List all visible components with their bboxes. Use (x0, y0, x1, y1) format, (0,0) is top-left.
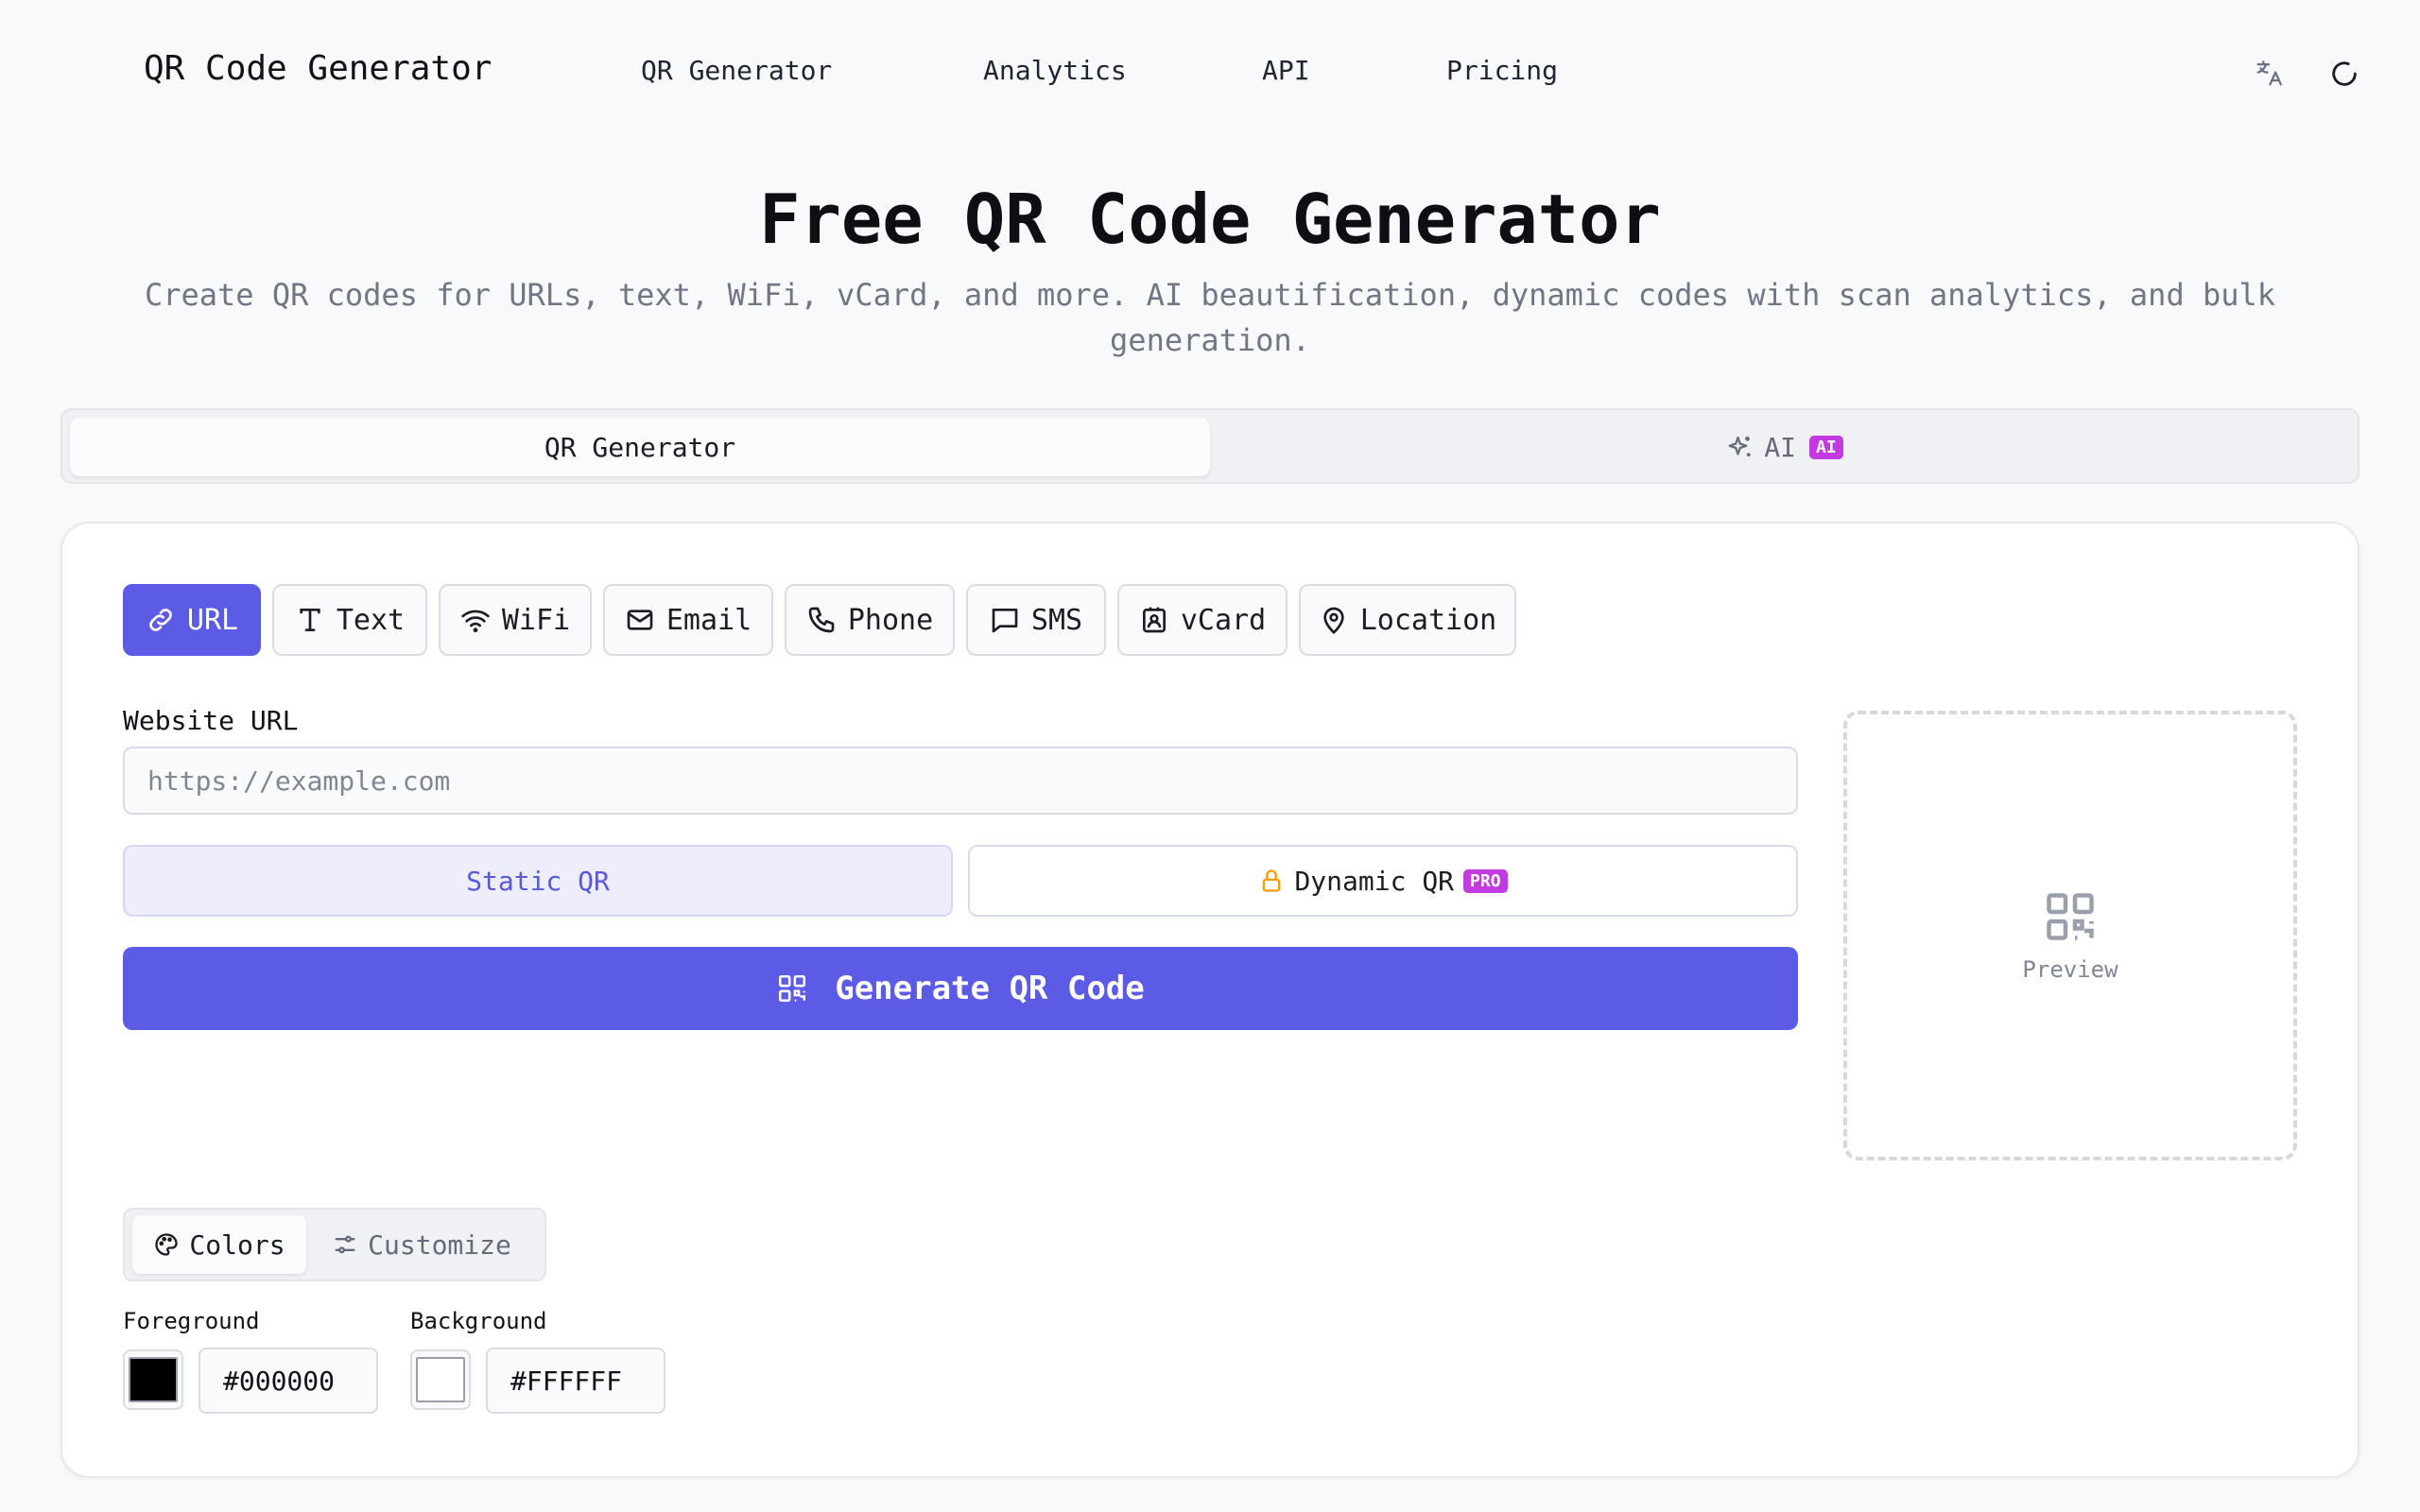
lock-icon (1263, 869, 1281, 892)
type-tab-sms-label: SMS (1030, 603, 1083, 637)
dynamic-qr-label: Dynamic QR (1294, 865, 1455, 897)
tab-colors[interactable]: Colors (132, 1215, 306, 1274)
contact-icon (1142, 607, 1166, 633)
type-tab-text-label: Text (336, 603, 406, 637)
palette-icon (155, 1233, 179, 1256)
type-tab-sms[interactable]: SMS (966, 584, 1106, 656)
dynamic-qr-button[interactable]: Dynamic QR PRO (968, 845, 1798, 917)
options-tabs: Colors Customize (123, 1208, 546, 1281)
page-subtitle: Create QR codes for URLs, text, WiFi, vC… (144, 277, 2276, 358)
tab-colors-label: Colors (189, 1228, 285, 1261)
type-tab-url-label: URL (186, 603, 239, 637)
background-color-fill (416, 1357, 465, 1402)
type-tab-phone[interactable]: Phone (785, 584, 955, 656)
type-tab-email[interactable]: Email (603, 584, 773, 656)
qr-preview-panel: Preview (1843, 711, 2297, 1160)
pro-badge: PRO (1463, 868, 1508, 893)
tab-qr-generator-label: QR Generator (544, 431, 736, 463)
url-field-label: Website URL (123, 705, 299, 736)
sparkles-icon (1728, 436, 1751, 456)
app-logo[interactable]: QR Code Generator (144, 49, 492, 88)
type-tab-email-label: Email (666, 603, 752, 637)
nav-qr-generator[interactable]: QR Generator (641, 55, 832, 86)
ai-badge: AI (1809, 435, 1843, 459)
foreground-label: Foreground (123, 1308, 260, 1334)
foreground-color-swatch[interactable] (123, 1349, 183, 1410)
tab-ai[interactable]: AI AI (1216, 418, 2354, 476)
url-input[interactable] (123, 747, 1798, 815)
sliders-icon (335, 1235, 355, 1254)
phone-icon (808, 607, 835, 633)
foreground-hex-input[interactable] (199, 1348, 378, 1414)
map-pin-icon (1323, 607, 1344, 634)
message-icon (992, 609, 1018, 633)
type-tab-wifi-label: WiFi (501, 603, 571, 637)
type-tab-text[interactable]: Text (272, 584, 427, 656)
nav-pricing[interactable]: Pricing (1446, 55, 1558, 86)
type-tab-wifi[interactable]: WiFi (439, 584, 592, 656)
loading-spinner-icon[interactable] (2325, 55, 2363, 93)
type-tab-vcard[interactable]: vCard (1117, 584, 1288, 656)
type-tab-url[interactable]: URL (123, 584, 261, 656)
generate-qr-button[interactable]: Generate QR Code (123, 947, 1798, 1030)
static-qr-label: Static QR (466, 865, 610, 897)
type-tab-location-label: Location (1359, 603, 1497, 637)
tab-customize[interactable]: Customize (312, 1215, 531, 1274)
static-qr-button[interactable]: Static QR (123, 845, 953, 917)
translate-icon[interactable] (2250, 55, 2288, 93)
tab-customize-label: Customize (368, 1228, 511, 1261)
qr-placeholder-icon (2047, 893, 2094, 940)
mail-icon (627, 610, 653, 630)
background-color-swatch[interactable] (410, 1349, 471, 1410)
background-label: Background (410, 1308, 547, 1334)
type-tab-location[interactable]: Location (1299, 584, 1516, 656)
nav-api[interactable]: API (1262, 55, 1310, 86)
foreground-color-fill (129, 1357, 178, 1402)
tab-ai-label: AI (1764, 431, 1797, 463)
top-header: QR Code Generator QR Generator Analytics… (0, 0, 2420, 142)
preview-label: Preview (2022, 956, 2118, 983)
text-icon (300, 609, 320, 631)
tab-qr-generator[interactable]: QR Generator (70, 418, 1210, 476)
type-tab-vcard-label: vCard (1180, 603, 1267, 637)
mode-tabs: QR Generator AI AI (60, 408, 2360, 484)
qr-code-icon (779, 974, 806, 1003)
wifi-icon (461, 610, 490, 633)
type-tab-phone-label: Phone (847, 603, 934, 637)
nav-analytics[interactable]: Analytics (983, 55, 1127, 86)
page-title: Free QR Code Generator (759, 180, 1661, 259)
generate-qr-label: Generate QR Code (835, 970, 1145, 1007)
link-icon (149, 609, 172, 631)
background-hex-input[interactable] (486, 1348, 666, 1414)
